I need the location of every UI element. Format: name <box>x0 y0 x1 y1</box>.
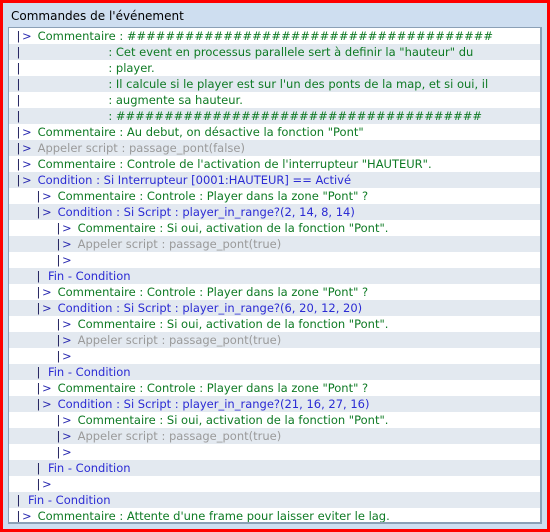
row-prefix: | <box>15 45 22 59</box>
row-prefix: |> <box>55 445 72 459</box>
event-command-row[interactable]: |> Condition : Si Script : player_in_rang… <box>9 300 540 316</box>
event-command-row[interactable]: |> Commentaire : ########################… <box>9 28 540 44</box>
event-command-row[interactable]: | Fin - Condition <box>9 268 540 284</box>
event-command-row[interactable]: |> Commentaire : Attente d'une frame pour… <box>9 508 540 522</box>
row-prefix: |> <box>55 237 72 251</box>
row-prefix: |> <box>35 189 52 203</box>
event-command-row[interactable]: | Fin - Condition <box>9 460 540 476</box>
row-text: Appeler script : passage_pont(false) <box>37 141 245 155</box>
event-command-row[interactable]: |> Appeler script : passage_pont(true) <box>9 428 540 444</box>
row-text: : ###################################### <box>27 109 483 123</box>
row-text: Commentaire : Si oui, activation de la f… <box>77 413 389 427</box>
event-command-row[interactable]: |> Commentaire : Si oui, activation de la… <box>9 316 540 332</box>
row-prefix: |> <box>35 381 52 395</box>
event-command-row[interactable]: |> Condition : Si Script : player_in_rang… <box>9 204 540 220</box>
row-text: Commentaire : Controle : Player dans la … <box>57 285 369 299</box>
event-command-row[interactable]: | Fin - Condition <box>9 492 540 508</box>
event-command-row[interactable]: | : Il calcule si le player est sur l'un… <box>9 76 540 92</box>
row-prefix: |> <box>55 253 72 267</box>
row-text: Commentaire : Si oui, activation de la f… <box>77 221 389 235</box>
event-command-row[interactable]: |> Commentaire : Controle : Player dans l… <box>9 380 540 396</box>
event-command-row[interactable]: | Fin - Condition <box>9 364 540 380</box>
row-prefix: | <box>15 77 22 91</box>
row-prefix: |> <box>35 477 52 491</box>
row-text: : Cet event en processus parallele sert … <box>27 45 474 59</box>
row-text: : augmente sa hauteur. <box>27 93 243 107</box>
row-prefix: | <box>35 365 42 379</box>
row-prefix: |> <box>55 349 72 363</box>
event-command-row[interactable]: |> <box>9 348 540 364</box>
event-command-row[interactable]: |> <box>9 444 540 460</box>
row-prefix: |> <box>35 397 52 411</box>
event-command-row[interactable]: |> Appeler script : passage_pont(false) <box>9 140 540 156</box>
event-command-row[interactable]: |> <box>9 476 540 492</box>
row-prefix: |> <box>55 333 72 347</box>
row-prefix: |> <box>55 429 72 443</box>
row-prefix: |> <box>15 141 32 155</box>
row-prefix: |> <box>35 301 52 315</box>
row-prefix: | <box>15 61 22 75</box>
row-prefix: |> <box>55 221 72 235</box>
event-command-rows[interactable]: |> Commentaire : ########################… <box>9 28 540 522</box>
row-text: : Il calcule si le player est sur l'un d… <box>27 77 489 91</box>
row-text: Fin - Condition <box>27 493 111 507</box>
event-command-row[interactable]: |> Commentaire : Si oui, activation de la… <box>9 220 540 236</box>
row-text: Commentaire : Controle de l'activation d… <box>37 157 432 171</box>
row-prefix: |> <box>35 205 52 219</box>
row-text: Condition : Si Script : player_in_range?… <box>57 205 355 219</box>
row-text: Appeler script : passage_pont(true) <box>77 333 282 347</box>
row-text: Condition : Si Interrupteur [0001:HAUTEU… <box>37 173 352 187</box>
row-text: Appeler script : passage_pont(true) <box>77 237 282 251</box>
event-command-row[interactable]: |> Commentaire : Si oui, activation de la… <box>9 412 540 428</box>
event-command-row[interactable]: | : player. <box>9 60 540 76</box>
row-prefix: |> <box>55 317 72 331</box>
row-prefix: |> <box>55 413 72 427</box>
event-command-row[interactable]: |> Appeler script : passage_pont(true) <box>9 236 540 252</box>
row-text: Condition : Si Script : player_in_range?… <box>57 301 363 315</box>
event-command-row[interactable]: |> Commentaire : Au debut, on désactive l… <box>9 124 540 140</box>
row-text: Appeler script : passage_pont(true) <box>77 429 282 443</box>
event-command-row[interactable]: | : augmente sa hauteur. <box>9 92 540 108</box>
event-command-row[interactable]: |> Condition : Si Interrupteur [0001:HAUT… <box>9 172 540 188</box>
page-title: Commandes de l'événement <box>11 9 184 23</box>
row-prefix: |> <box>15 509 32 522</box>
row-text: : player. <box>27 61 155 75</box>
event-command-row[interactable]: |> Appeler script : passage_pont(true) <box>9 332 540 348</box>
event-command-row[interactable]: |> Condition : Si Script : player_in_rang… <box>9 396 540 412</box>
event-commands-window: Commandes de l'événement |> Commentaire :… <box>0 0 550 532</box>
row-prefix: |> <box>35 285 52 299</box>
row-text: Commentaire : Attente d'une frame pour l… <box>37 509 390 522</box>
row-text: Condition : Si Script : player_in_range?… <box>57 397 370 411</box>
row-text: Commentaire : Au debut, on désactive la … <box>37 125 364 139</box>
row-prefix: | <box>15 93 22 107</box>
row-prefix: |> <box>15 125 32 139</box>
event-command-row[interactable]: | : ####################################… <box>9 108 540 124</box>
row-prefix: | <box>15 493 22 507</box>
row-text: Fin - Condition <box>47 365 131 379</box>
event-command-row[interactable]: |> Commentaire : Controle de l'activation… <box>9 156 540 172</box>
row-prefix: |> <box>15 173 32 187</box>
row-text: Commentaire : Si oui, activation de la f… <box>77 317 389 331</box>
row-text: Commentaire : Controle : Player dans la … <box>57 189 369 203</box>
row-text: Fin - Condition <box>47 461 131 475</box>
row-prefix: | <box>15 109 22 123</box>
event-command-row[interactable]: |> Commentaire : Controle : Player dans l… <box>9 188 540 204</box>
row-prefix: | <box>35 269 42 283</box>
event-command-row[interactable]: |> Commentaire : Controle : Player dans l… <box>9 284 540 300</box>
event-command-list[interactable]: |> Commentaire : ########################… <box>8 27 542 524</box>
row-prefix: | <box>35 461 42 475</box>
event-command-row[interactable]: |> <box>9 252 540 268</box>
row-text: Fin - Condition <box>47 269 131 283</box>
row-text: Commentaire : Controle : Player dans la … <box>57 381 369 395</box>
row-text: Commentaire : ##########################… <box>37 29 494 43</box>
event-command-row[interactable]: | : Cet event en processus parallele ser… <box>9 44 540 60</box>
row-prefix: |> <box>15 29 32 43</box>
row-prefix: |> <box>15 157 32 171</box>
